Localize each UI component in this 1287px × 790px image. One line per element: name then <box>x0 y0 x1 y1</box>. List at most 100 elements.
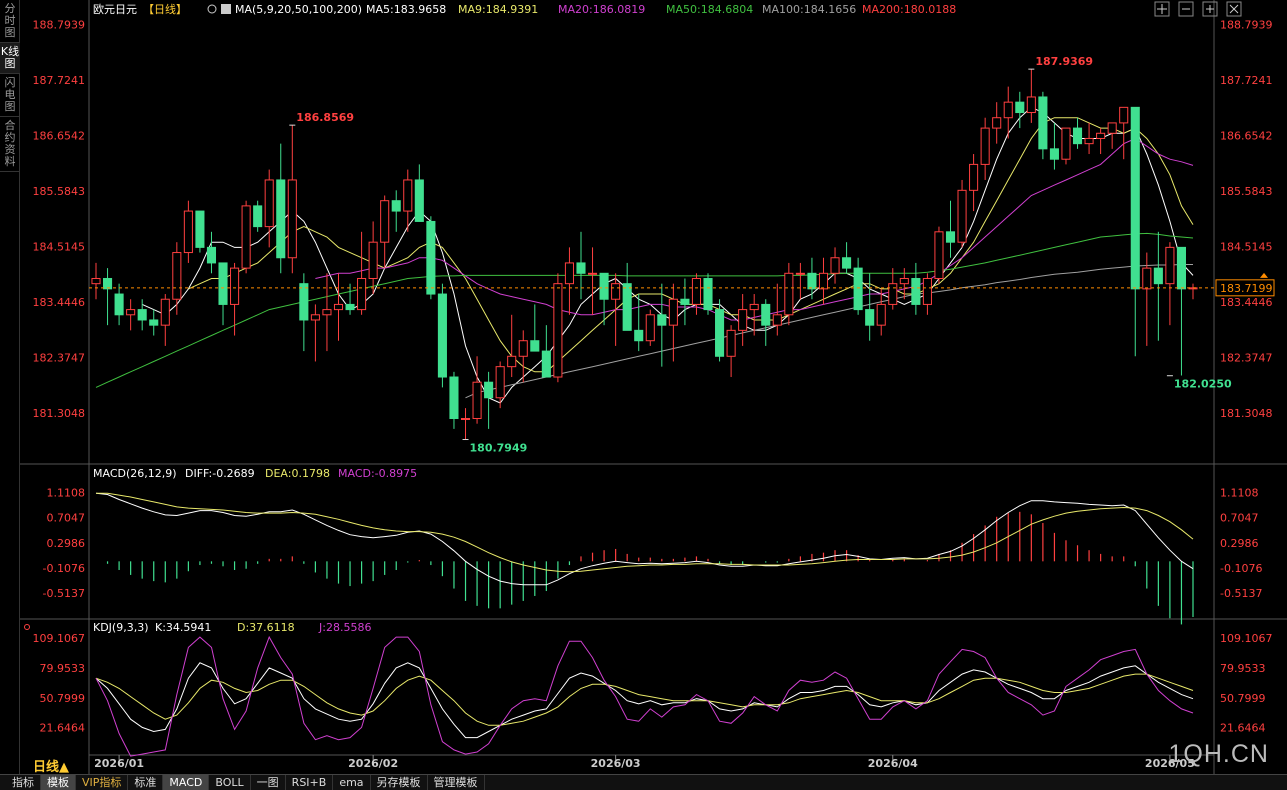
candle-body <box>183 210 193 254</box>
candle-body <box>1049 148 1059 160</box>
price-tick-right: 182.3747 <box>1220 352 1273 365</box>
candle-body <box>553 283 563 378</box>
price-tick-left: 184.5145 <box>33 241 86 254</box>
toolbar-tab-1[interactable]: 模板 <box>41 775 76 790</box>
kdj-tick-left: 21.6464 <box>40 722 86 735</box>
candle-body <box>357 277 367 311</box>
period-label[interactable]: 日线▲ <box>33 756 69 775</box>
close-icon[interactable] <box>1226 1 1242 17</box>
candle-body <box>899 277 909 285</box>
candle-body <box>380 200 390 243</box>
toolbar-tab-9[interactable]: 另存模板 <box>371 775 428 790</box>
candle-body <box>772 314 782 326</box>
candle-body <box>945 231 956 243</box>
candle-body <box>1130 106 1140 290</box>
candle-body <box>1061 127 1071 160</box>
sidebar: 分时图 K线图 闪电图 合约资料 <box>0 0 20 790</box>
candle-body <box>541 350 551 378</box>
grid-icon[interactable] <box>1154 1 1170 17</box>
candle-body <box>853 267 863 311</box>
candle-body <box>241 205 251 269</box>
ma-line-ma100 <box>465 264 1193 399</box>
toolbar-tab-3[interactable]: 标准 <box>128 775 164 790</box>
candle-body <box>818 272 829 290</box>
candle-body <box>299 283 309 321</box>
kdj-d: D:37.6118 <box>237 621 295 634</box>
macd-tick-right: -0.5137 <box>1220 587 1262 600</box>
candle-body <box>137 309 147 321</box>
chart-area[interactable]: 188.7939 188.7939 187.7241 187.7241 186.6542… <box>20 0 1287 774</box>
candle-body <box>1026 96 1036 114</box>
macd-label: MACD(26,12,9) <box>93 467 177 480</box>
toolbar-tab-6[interactable]: 一图 <box>251 775 286 790</box>
candle-body <box>680 298 690 305</box>
kdj-line-j <box>95 635 1194 757</box>
candle-body <box>830 257 840 274</box>
price-tick-left: 181.3048 <box>33 407 86 420</box>
candle-body <box>230 267 240 305</box>
candle-body <box>1003 101 1013 119</box>
candle-body <box>599 272 609 300</box>
ma-value-4: MA100:184.1656 <box>762 3 856 16</box>
toolbar-tab-8[interactable]: ema <box>333 775 371 790</box>
sidebar-tab-1[interactable]: K线图 <box>0 43 20 74</box>
candle-body <box>726 329 736 357</box>
toolbar-tab-7[interactable]: RSI+B <box>286 775 334 790</box>
candle-body <box>587 272 598 275</box>
candle-body <box>472 381 482 420</box>
candle-body <box>784 272 794 316</box>
sidebar-tab-0[interactable]: 分时图 <box>0 0 20 43</box>
candle-body <box>484 381 494 399</box>
ma-line-ma9 <box>188 117 1194 373</box>
candle-body <box>564 262 574 285</box>
x-axis-label: 2026/02 <box>348 757 398 770</box>
candle-body <box>842 257 852 269</box>
chart-symbol: 欧元日元 <box>93 3 137 16</box>
plus-icon[interactable] <box>1202 1 1218 17</box>
candle-body <box>426 220 436 295</box>
sidebar-tab-3[interactable]: 合约资料 <box>0 117 20 172</box>
candle-body <box>622 283 632 331</box>
candle-body <box>738 309 748 331</box>
candle-body <box>807 272 817 290</box>
macd-diff: DIFF:-0.2689 <box>185 467 255 480</box>
minus-icon[interactable] <box>1178 1 1194 17</box>
price-tick-right: 184.5145 <box>1220 241 1273 254</box>
candle-body <box>645 314 655 342</box>
toolbar-tab-4[interactable]: MACD <box>163 775 210 790</box>
price-tick-left: 183.4446 <box>33 296 86 309</box>
settings-circle-icon <box>207 4 217 14</box>
candle-body <box>888 283 898 305</box>
candle-body <box>795 272 805 275</box>
candle-body <box>264 179 274 228</box>
kdj-tick-right: 109.1067 <box>1220 632 1273 645</box>
toolbar-tab-5[interactable]: BOLL <box>209 775 251 790</box>
candle-body <box>576 262 586 274</box>
candle-body <box>922 277 932 305</box>
candle-body <box>668 298 678 326</box>
macd-line-diff <box>95 492 1194 586</box>
candle-body <box>218 262 228 305</box>
candle-body <box>310 314 320 321</box>
candle-body <box>969 163 979 191</box>
price-tick-right: 183.4446 <box>1220 296 1273 309</box>
chart-period-tag: 【日线】 <box>143 2 187 16</box>
candle-body <box>518 340 528 357</box>
candle-body <box>749 303 759 311</box>
toolbar-tab-2[interactable]: VIP指标 <box>76 775 129 790</box>
kdj-tick-right: 79.9533 <box>1220 662 1266 675</box>
kdj-tick-left: 109.1067 <box>33 632 86 645</box>
extreme-label: 187.9369 <box>1035 55 1093 68</box>
candle-body <box>91 277 101 285</box>
last-price-label: 183.7199 <box>1220 282 1273 295</box>
toolbar-tab-10[interactable]: 管理模板 <box>428 775 485 790</box>
sidebar-tab-2[interactable]: 闪电图 <box>0 74 20 117</box>
candle-body <box>287 179 297 259</box>
macd-tick-right: 0.2986 <box>1220 537 1259 550</box>
candle-body <box>530 340 540 352</box>
candle-body <box>368 241 378 279</box>
candle-body <box>160 298 170 326</box>
toolbar-tab-0[interactable]: 指标 <box>6 775 41 790</box>
kdj-line-k <box>95 662 1194 739</box>
candle-body <box>195 210 205 248</box>
